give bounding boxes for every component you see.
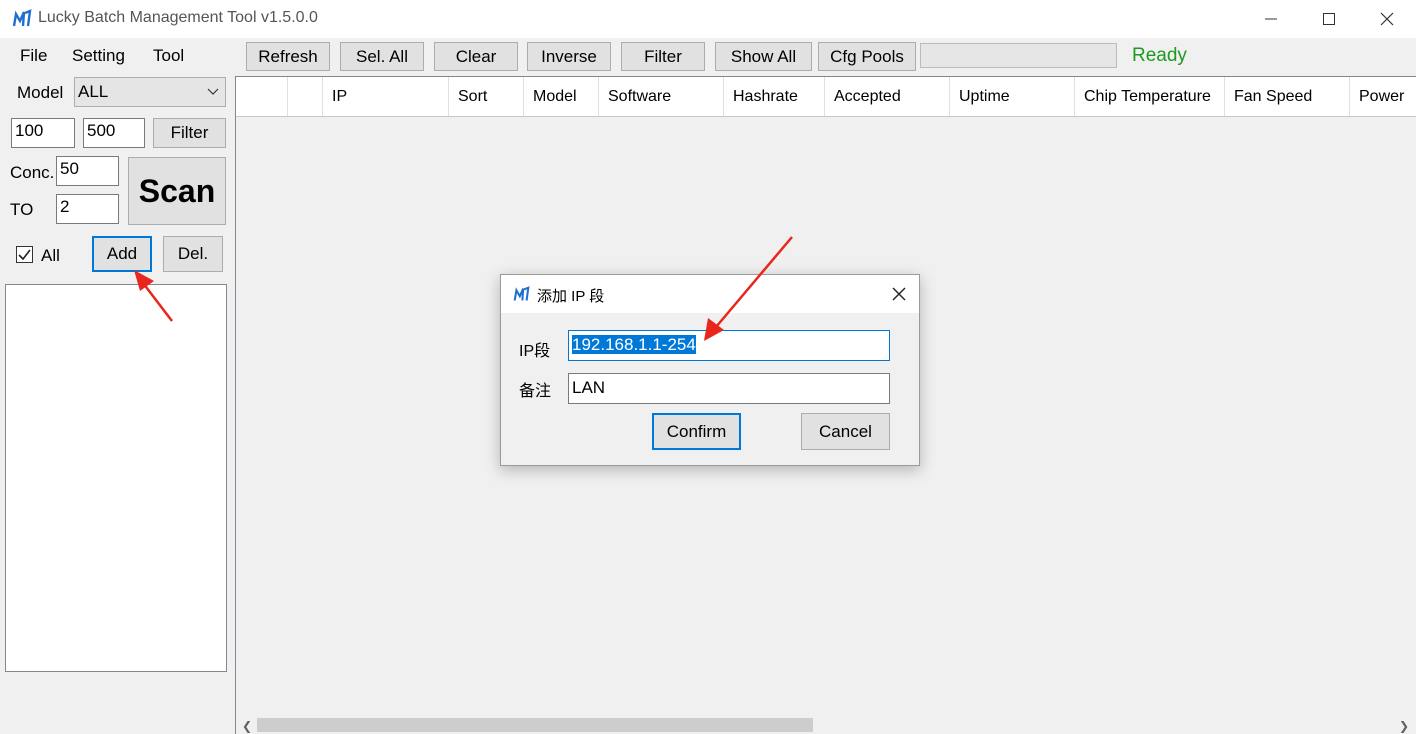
all-checkbox[interactable]	[16, 246, 33, 263]
show-all-button[interactable]: Show All	[715, 42, 812, 71]
menu-file[interactable]: File	[20, 46, 47, 66]
ip-range-input[interactable]: 192.168.1.1-254	[568, 330, 890, 361]
column-header-model[interactable]: Model	[524, 77, 599, 116]
check-icon	[18, 249, 31, 261]
ip-range-value: 192.168.1.1-254	[572, 335, 696, 354]
confirm-button[interactable]: Confirm	[652, 413, 741, 450]
column-header-software[interactable]: Software	[599, 77, 724, 116]
scroll-left-icon[interactable]: ❮	[242, 719, 252, 733]
minimize-button[interactable]	[1242, 0, 1300, 38]
inverse-button[interactable]: Inverse	[527, 42, 611, 71]
table-header: IP Sort Model Software Hashrate Accepted…	[236, 77, 1416, 117]
ip-range-list[interactable]	[5, 284, 227, 672]
column-header-accepted[interactable]: Accepted	[825, 77, 950, 116]
all-label: All	[41, 246, 60, 265]
timeout-input[interactable]: 2	[56, 194, 119, 224]
progress-bar	[920, 43, 1117, 68]
app-logo-icon	[513, 286, 530, 301]
dialog-title-bar: 添加 IP 段	[501, 275, 919, 313]
filter-button[interactable]: Filter	[153, 118, 226, 148]
range-min-input[interactable]: 100	[11, 118, 75, 148]
title-bar: Lucky Batch Management Tool v1.5.0.0	[0, 0, 1416, 38]
range-max-input[interactable]: 500	[83, 118, 145, 148]
add-ip-range-dialog: 添加 IP 段 IP段 192.168.1.1-254 备注 LAN Confi…	[500, 274, 920, 466]
model-select-value: ALL	[78, 82, 109, 101]
concurrency-input[interactable]: 50	[56, 156, 119, 186]
column-header-chip-temperature[interactable]: Chip Temperature	[1075, 77, 1225, 116]
column-header-blank-2[interactable]	[288, 77, 323, 116]
close-button[interactable]	[1358, 0, 1416, 38]
dialog-close-icon[interactable]	[891, 286, 907, 302]
select-all-button[interactable]: Sel. All	[340, 42, 424, 71]
cancel-button[interactable]: Cancel	[801, 413, 890, 450]
scrollbar-thumb[interactable]	[257, 718, 813, 732]
menu-tool[interactable]: Tool	[153, 46, 184, 66]
ip-range-label: IP段	[519, 343, 551, 360]
note-input[interactable]: LAN	[568, 373, 890, 404]
clear-button[interactable]: Clear	[434, 42, 518, 71]
model-label: Model	[17, 83, 64, 102]
column-header-ip[interactable]: IP	[323, 77, 449, 116]
model-select[interactable]: ALL	[74, 77, 226, 107]
maximize-button[interactable]	[1300, 0, 1358, 38]
column-header-hashrate[interactable]: Hashrate	[724, 77, 825, 116]
horizontal-scrollbar[interactable]: ❮ ❯	[236, 715, 1416, 734]
conc-label: Conc.	[10, 163, 55, 182]
column-header-sort[interactable]: Sort	[449, 77, 524, 116]
delete-button[interactable]: Del.	[163, 236, 223, 272]
cfg-pools-button[interactable]: Cfg Pools	[818, 42, 916, 71]
menu-setting[interactable]: Setting	[72, 46, 125, 66]
column-header-power[interactable]: Power	[1350, 77, 1416, 116]
chevron-down-icon	[207, 88, 219, 95]
refresh-button[interactable]: Refresh	[246, 42, 330, 71]
filter-toolbar-button[interactable]: Filter	[621, 42, 705, 71]
timeout-label: TO	[10, 200, 34, 219]
app-logo-icon	[12, 9, 32, 27]
close-icon	[1380, 12, 1394, 26]
scan-button[interactable]: Scan	[128, 157, 226, 225]
maximize-icon	[1323, 13, 1335, 25]
column-header-fan-speed[interactable]: Fan Speed	[1225, 77, 1350, 116]
window-title: Lucky Batch Management Tool v1.5.0.0	[38, 9, 318, 26]
scroll-right-icon[interactable]: ❯	[1399, 719, 1409, 733]
dialog-title: 添加 IP 段	[537, 288, 605, 305]
column-header-uptime[interactable]: Uptime	[950, 77, 1075, 116]
minimize-icon	[1265, 18, 1277, 20]
add-button[interactable]: Add	[92, 236, 152, 272]
status-text: Ready	[1132, 45, 1187, 66]
menu-bar: File Setting Tool	[0, 38, 236, 72]
note-label: 备注	[519, 383, 552, 400]
column-header-blank-1[interactable]	[236, 77, 288, 116]
